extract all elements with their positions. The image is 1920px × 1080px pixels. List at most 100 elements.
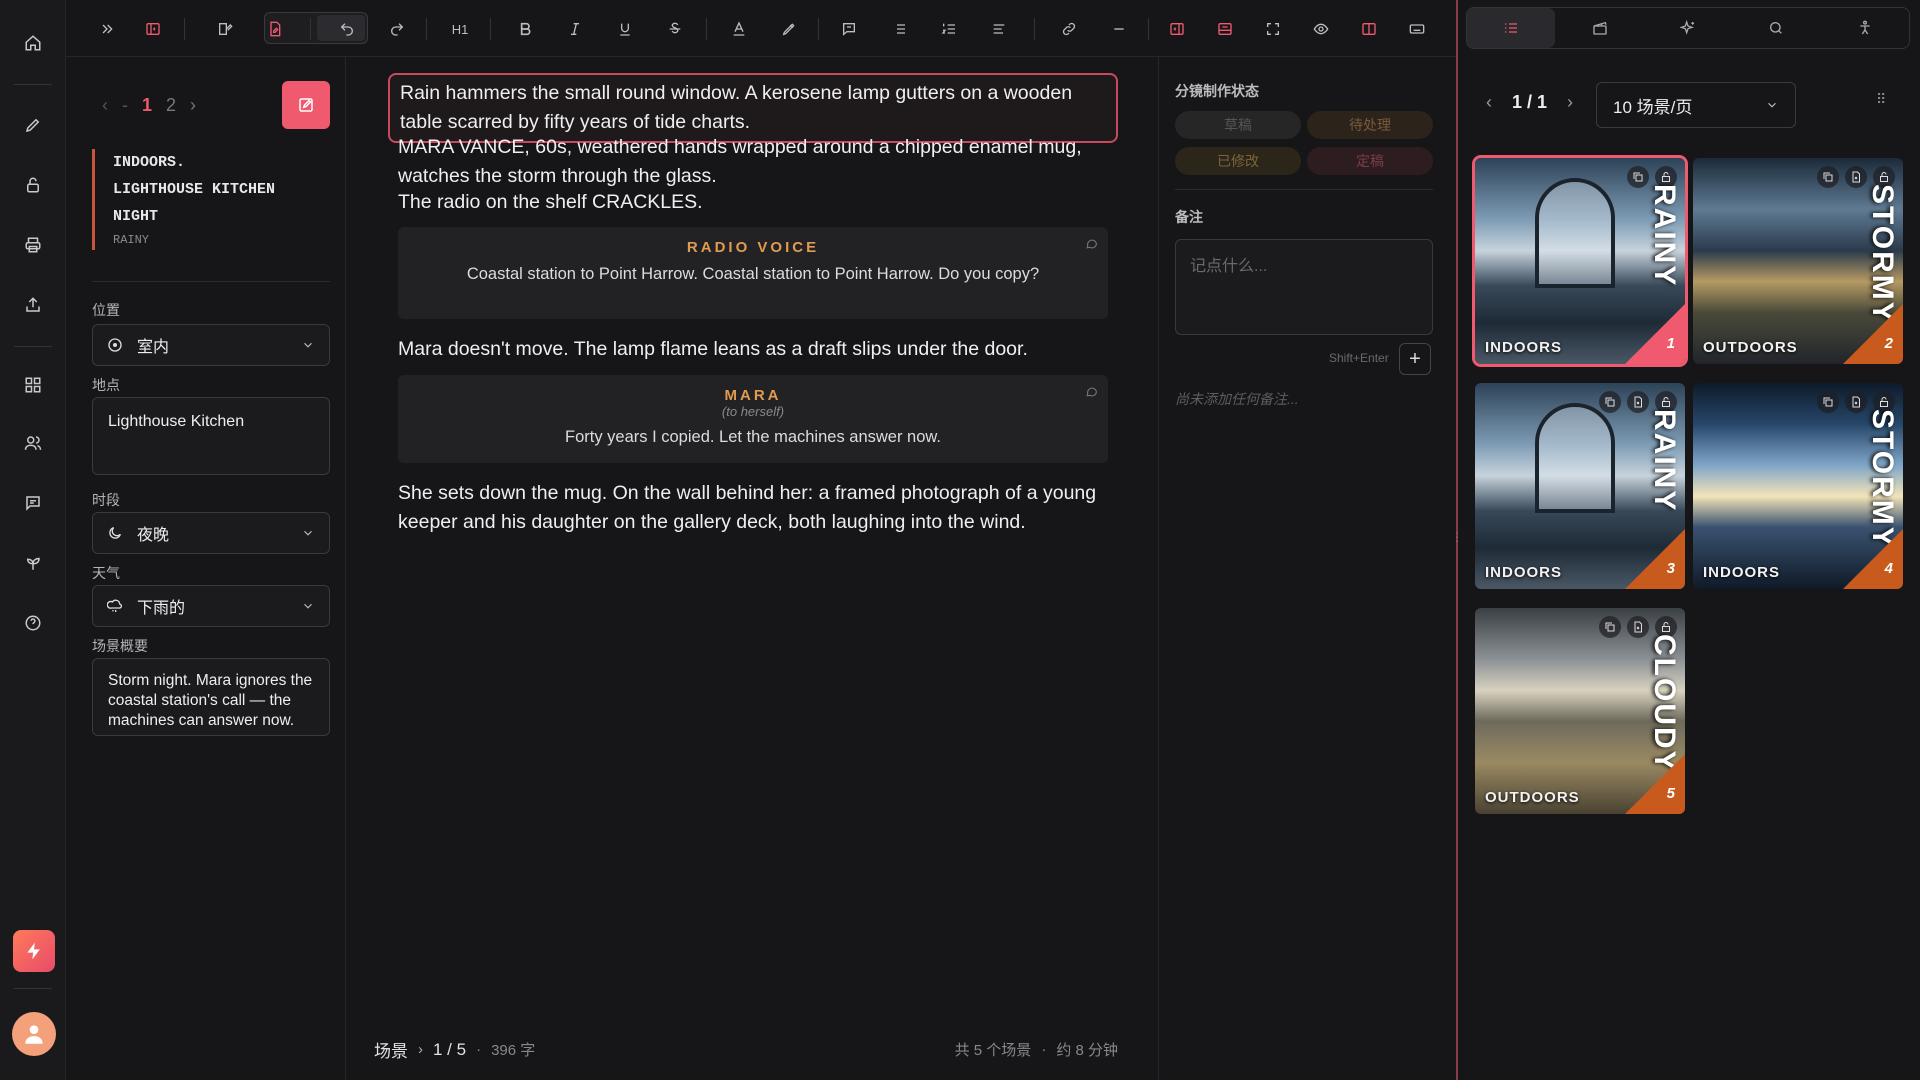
avatar[interactable] bbox=[12, 1012, 56, 1056]
chevron-right-icon[interactable]: › bbox=[418, 1041, 423, 1058]
drag-grip-icon[interactable]: ⠿ bbox=[1876, 92, 1886, 106]
pager-dash: - bbox=[122, 95, 128, 115]
status-chip-draft[interactable]: 草稿 bbox=[1175, 111, 1301, 139]
weather-select[interactable]: 下雨的 bbox=[92, 585, 330, 627]
fullscreen-icon[interactable] bbox=[1260, 16, 1286, 42]
storyboard-pager: ‹ 1 / 1 › bbox=[1486, 92, 1573, 113]
thumb-number: 4 bbox=[1884, 560, 1893, 577]
sprout-icon[interactable] bbox=[20, 550, 46, 576]
strikethrough-icon[interactable] bbox=[662, 16, 688, 42]
file-x-icon[interactable] bbox=[1845, 166, 1867, 188]
thumb-weather-text: CLOUDY bbox=[1648, 634, 1681, 773]
link-icon[interactable] bbox=[1056, 16, 1082, 42]
status-chip-pending[interactable]: 待处理 bbox=[1307, 111, 1433, 139]
copy-icon[interactable] bbox=[1599, 616, 1621, 638]
tab-search-icon[interactable] bbox=[1732, 8, 1820, 48]
action-paragraph[interactable]: The radio on the shelf CRACKLES. bbox=[398, 188, 1118, 217]
status-chip-modified[interactable]: 已修改 bbox=[1175, 147, 1301, 175]
scene-heading: INDOORS. LIGHTHOUSE KITCHEN NIGHT RAINY bbox=[92, 149, 312, 250]
shortcut-hint: Shift+Enter bbox=[1329, 351, 1389, 365]
split-view-icon[interactable] bbox=[1356, 16, 1382, 42]
tab-figure-icon[interactable] bbox=[1821, 8, 1909, 48]
bolt-icon[interactable] bbox=[13, 930, 55, 972]
scene-page-1[interactable]: 1 bbox=[142, 95, 152, 116]
weather-label: 天气 bbox=[92, 565, 120, 581]
keyboard-icon[interactable] bbox=[1404, 16, 1430, 42]
toolbar-divider bbox=[426, 18, 427, 40]
help-icon[interactable] bbox=[20, 610, 46, 636]
copy-icon[interactable] bbox=[1817, 391, 1839, 413]
action-paragraph[interactable]: She sets down the mug. On the wall behin… bbox=[398, 479, 1118, 537]
location-input[interactable]: Lighthouse Kitchen bbox=[92, 397, 330, 475]
comment-icon[interactable] bbox=[836, 16, 862, 42]
time-select[interactable]: 夜晚 bbox=[92, 512, 330, 554]
action-paragraph[interactable]: Mara doesn't move. The lamp flame leans … bbox=[398, 335, 1118, 364]
numbered-list-icon[interactable] bbox=[936, 16, 962, 42]
summary-input[interactable]: Storm night. Mara ignores the coastal st… bbox=[92, 658, 330, 736]
comment-icon[interactable] bbox=[1085, 385, 1098, 398]
toolbar-divider bbox=[1034, 18, 1035, 40]
storyboard-thumb-4[interactable]: STORMY INDOORS 4 bbox=[1693, 383, 1903, 589]
thumb-weather-text: STORMY bbox=[1866, 184, 1899, 324]
dialogue-block[interactable]: RADIO VOICE Coastal station to Point Har… bbox=[398, 227, 1108, 319]
file-edit-icon[interactable] bbox=[262, 16, 288, 42]
add-note-button[interactable]: + bbox=[1399, 343, 1431, 375]
storyboard-thumb-2[interactable]: STORMY OUTDOORS 2 bbox=[1693, 158, 1903, 364]
file-x-icon[interactable] bbox=[1845, 391, 1867, 413]
image-panel-icon[interactable] bbox=[1212, 16, 1238, 42]
underline-icon[interactable] bbox=[612, 16, 638, 42]
comment-icon[interactable] bbox=[1085, 237, 1098, 250]
scene-page-2[interactable]: 2 bbox=[166, 95, 176, 116]
panel-left-icon[interactable] bbox=[1164, 16, 1190, 42]
heading-button[interactable]: H1 bbox=[447, 16, 473, 42]
per-page-select[interactable]: 10 场景/页 bbox=[1596, 82, 1796, 128]
printer-icon[interactable] bbox=[20, 232, 46, 258]
dialogue-block[interactable]: MARA (to herself) Forty years I copied. … bbox=[398, 375, 1108, 463]
undo-icon[interactable] bbox=[334, 16, 360, 42]
dot-separator: · bbox=[476, 1041, 482, 1058]
text-color-icon[interactable] bbox=[726, 16, 752, 42]
tab-sparkle-icon[interactable] bbox=[1644, 8, 1732, 48]
copy-icon[interactable] bbox=[1627, 166, 1649, 188]
tab-list-icon[interactable] bbox=[1467, 8, 1556, 48]
notes-input[interactable]: 记点什么... bbox=[1175, 239, 1433, 335]
lock-icon[interactable] bbox=[20, 172, 46, 198]
file-x-icon[interactable] bbox=[1627, 616, 1649, 638]
prev-scene-icon[interactable]: ‹ bbox=[102, 95, 108, 116]
next-page-icon[interactable]: › bbox=[1567, 92, 1573, 113]
edit-scene-button[interactable] bbox=[282, 81, 330, 129]
action-paragraph[interactable]: MARA VANCE, 60s, weathered hands wrapped… bbox=[398, 133, 1118, 191]
book-edit-icon[interactable] bbox=[212, 16, 238, 42]
grid-icon[interactable] bbox=[20, 372, 46, 398]
prev-page-icon[interactable]: ‹ bbox=[1486, 92, 1492, 113]
preview-eye-icon[interactable] bbox=[1308, 16, 1334, 42]
storyboard-thumb-5[interactable]: CLOUDY OUTDOORS 5 bbox=[1475, 608, 1685, 814]
file-x-icon[interactable] bbox=[1627, 391, 1649, 413]
copy-icon[interactable] bbox=[1599, 391, 1621, 413]
pen-icon[interactable] bbox=[20, 112, 46, 138]
home-icon[interactable] bbox=[20, 30, 46, 56]
bullet-list-icon[interactable] bbox=[886, 16, 912, 42]
align-icon[interactable] bbox=[986, 16, 1012, 42]
highlighter-icon[interactable] bbox=[776, 16, 802, 42]
bold-icon[interactable] bbox=[512, 16, 538, 42]
character-name: RADIO VOICE bbox=[686, 239, 820, 256]
expand-icon[interactable] bbox=[94, 16, 120, 42]
storyboard-thumb-1[interactable]: RAINY INDOORS 1 bbox=[1472, 155, 1688, 367]
users-icon[interactable] bbox=[20, 430, 46, 456]
redo-icon[interactable] bbox=[384, 16, 410, 42]
italic-icon[interactable] bbox=[562, 16, 588, 42]
toolbar-divider bbox=[490, 18, 491, 40]
horizontal-rule-icon[interactable] bbox=[1106, 16, 1132, 42]
copy-icon[interactable] bbox=[1817, 166, 1839, 188]
storyboard-thumb-3[interactable]: RAINY INDOORS 3 bbox=[1475, 383, 1685, 589]
dialogue-line: Forty years I copied. Let the machines a… bbox=[564, 428, 942, 446]
share-icon[interactable] bbox=[20, 292, 46, 318]
status-chip-final[interactable]: 定稿 bbox=[1307, 147, 1433, 175]
next-scene-icon[interactable]: › bbox=[190, 95, 196, 116]
chat-icon[interactable] bbox=[20, 490, 46, 516]
sidebar-toggle-icon[interactable] bbox=[140, 16, 166, 42]
position-select[interactable]: 室内 bbox=[92, 324, 330, 366]
script-editor[interactable]: Rain hammers the small round window. A k… bbox=[346, 57, 1158, 1080]
tab-clapperboard-icon[interactable] bbox=[1555, 8, 1643, 48]
